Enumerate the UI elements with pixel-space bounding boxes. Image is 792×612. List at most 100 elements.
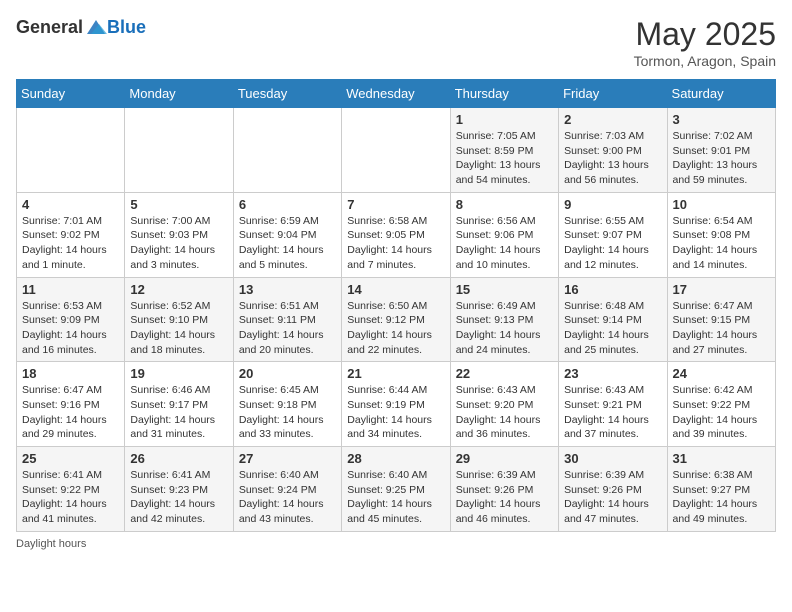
day-info: Sunrise: 6:58 AM Sunset: 9:05 PM Dayligh… [347,214,444,273]
day-info: Sunrise: 6:48 AM Sunset: 9:14 PM Dayligh… [564,299,661,358]
calendar-cell: 15Sunrise: 6:49 AM Sunset: 9:13 PM Dayli… [450,277,558,362]
calendar-cell: 4 Sunrise: 7:01 AM Sunset: 9:02 PM Daylig… [17,192,125,277]
calendar-cell: 3Sunrise: 7:02 AM Sunset: 9:01 PM Daylig… [667,108,775,193]
day-number: 14 [347,282,444,297]
day-info: Sunrise: 6:40 AM Sunset: 9:24 PM Dayligh… [239,468,336,527]
day-info: Sunrise: 6:38 AM Sunset: 9:27 PM Dayligh… [673,468,770,527]
calendar-week-row: 1 Sunrise: 7:05 AM Sunset: 8:59 PM Daylig… [17,108,776,193]
day-number: 12 [130,282,227,297]
day-number: 30 [564,451,661,466]
calendar-cell: 30 Sunrise: 6:39 AM Sunset: 9:26 PM Dayli… [559,447,667,532]
calendar-cell: 25 Sunrise: 6:41 AM Sunset: 9:22 PM Dayli… [17,447,125,532]
day-info: Sunrise: 6:43 AM Sunset: 9:20 PM Dayligh… [456,383,553,442]
month-title: May 2025 [634,16,776,53]
day-of-week-header: Thursday [450,80,558,108]
day-number: 27 [239,451,336,466]
calendar-cell: 9Sunrise: 6:55 AM Sunset: 9:07 PM Daylig… [559,192,667,277]
calendar-cell: 22 Sunrise: 6:43 AM Sunset: 9:20 PM Dayli… [450,362,558,447]
day-info: Sunrise: 6:59 AM Sunset: 9:04 PM Dayligh… [239,214,336,273]
calendar-week-row: 11 Sunrise: 6:53 AM Sunset: 9:09 PM Dayli… [17,277,776,362]
day-info: Sunrise: 7:03 AM Sunset: 9:00 PM Dayligh… [564,129,661,188]
calendar-cell: 20Sunrise: 6:45 AM Sunset: 9:18 PM Dayli… [233,362,341,447]
day-info: Sunrise: 6:54 AM Sunset: 9:08 PM Dayligh… [673,214,770,273]
day-info: Sunrise: 6:41 AM Sunset: 9:23 PM Dayligh… [130,468,227,527]
calendar-cell: 17Sunrise: 6:47 AM Sunset: 9:15 PM Dayli… [667,277,775,362]
calendar-header-row: SundayMondayTuesdayWednesdayThursdayFrid… [17,80,776,108]
day-number: 4 [22,197,119,212]
calendar-cell: 11 Sunrise: 6:53 AM Sunset: 9:09 PM Dayli… [17,277,125,362]
calendar-cell: 1 Sunrise: 7:05 AM Sunset: 8:59 PM Daylig… [450,108,558,193]
day-number: 13 [239,282,336,297]
day-number: 22 [456,366,553,381]
day-of-week-header: Sunday [17,80,125,108]
day-info: Sunrise: 6:53 AM Sunset: 9:09 PM Dayligh… [22,299,119,358]
day-number: 11 [22,282,119,297]
calendar-cell [125,108,233,193]
day-number: 8 [456,197,553,212]
day-info: Sunrise: 6:56 AM Sunset: 9:06 PM Dayligh… [456,214,553,273]
day-of-week-header: Wednesday [342,80,450,108]
day-info: Sunrise: 6:55 AM Sunset: 9:07 PM Dayligh… [564,214,661,273]
logo-general: General [16,17,83,38]
calendar-cell: 13 Sunrise: 6:51 AM Sunset: 9:11 PM Dayli… [233,277,341,362]
day-info: Sunrise: 6:52 AM Sunset: 9:10 PM Dayligh… [130,299,227,358]
logo: General Blue [16,16,146,38]
calendar-cell: 2Sunrise: 7:03 AM Sunset: 9:00 PM Daylig… [559,108,667,193]
logo-icon [85,16,107,38]
title-block: May 2025 Tormon, Aragon, Spain [634,16,776,69]
calendar-week-row: 18 Sunrise: 6:47 AM Sunset: 9:16 PM Dayli… [17,362,776,447]
calendar-cell: 12 Sunrise: 6:52 AM Sunset: 9:10 PM Dayli… [125,277,233,362]
day-info: Sunrise: 6:47 AM Sunset: 9:15 PM Dayligh… [673,299,770,358]
calendar-cell: 26 Sunrise: 6:41 AM Sunset: 9:23 PM Dayli… [125,447,233,532]
day-info: Sunrise: 6:47 AM Sunset: 9:16 PM Dayligh… [22,383,119,442]
day-number: 3 [673,112,770,127]
day-number: 31 [673,451,770,466]
day-of-week-header: Monday [125,80,233,108]
day-of-week-header: Tuesday [233,80,341,108]
day-of-week-header: Saturday [667,80,775,108]
logo-blue: Blue [107,17,146,38]
calendar-cell [17,108,125,193]
day-info: Sunrise: 6:41 AM Sunset: 9:22 PM Dayligh… [22,468,119,527]
calendar-cell: 21Sunrise: 6:44 AM Sunset: 9:19 PM Dayli… [342,362,450,447]
day-info: Sunrise: 6:50 AM Sunset: 9:12 PM Dayligh… [347,299,444,358]
location-subtitle: Tormon, Aragon, Spain [634,53,776,69]
calendar-cell: 6 Sunrise: 6:59 AM Sunset: 9:04 PM Daylig… [233,192,341,277]
day-info: Sunrise: 6:39 AM Sunset: 9:26 PM Dayligh… [564,468,661,527]
calendar-week-row: 25 Sunrise: 6:41 AM Sunset: 9:22 PM Dayli… [17,447,776,532]
day-number: 19 [130,366,227,381]
calendar-cell: 18 Sunrise: 6:47 AM Sunset: 9:16 PM Dayli… [17,362,125,447]
day-number: 15 [456,282,553,297]
day-number: 18 [22,366,119,381]
day-info: Sunrise: 6:51 AM Sunset: 9:11 PM Dayligh… [239,299,336,358]
calendar-cell: 5Sunrise: 7:00 AM Sunset: 9:03 PM Daylig… [125,192,233,277]
calendar-cell: 14 Sunrise: 6:50 AM Sunset: 9:12 PM Dayli… [342,277,450,362]
day-info: Sunrise: 6:44 AM Sunset: 9:19 PM Dayligh… [347,383,444,442]
day-number: 7 [347,197,444,212]
calendar-week-row: 4 Sunrise: 7:01 AM Sunset: 9:02 PM Daylig… [17,192,776,277]
calendar-cell: 10 Sunrise: 6:54 AM Sunset: 9:08 PM Dayli… [667,192,775,277]
calendar-cell: 27 Sunrise: 6:40 AM Sunset: 9:24 PM Dayli… [233,447,341,532]
day-info: Sunrise: 6:42 AM Sunset: 9:22 PM Dayligh… [673,383,770,442]
day-number: 29 [456,451,553,466]
day-number: 26 [130,451,227,466]
day-info: Sunrise: 6:46 AM Sunset: 9:17 PM Dayligh… [130,383,227,442]
day-info: Sunrise: 7:01 AM Sunset: 9:02 PM Dayligh… [22,214,119,273]
calendar-cell: 23Sunrise: 6:43 AM Sunset: 9:21 PM Dayli… [559,362,667,447]
day-number: 6 [239,197,336,212]
day-info: Sunrise: 7:05 AM Sunset: 8:59 PM Dayligh… [456,129,553,188]
day-info: Sunrise: 6:45 AM Sunset: 9:18 PM Dayligh… [239,383,336,442]
daylight-hours-label: Daylight hours [16,538,86,550]
day-info: Sunrise: 6:40 AM Sunset: 9:25 PM Dayligh… [347,468,444,527]
calendar-cell: 29Sunrise: 6:39 AM Sunset: 9:26 PM Dayli… [450,447,558,532]
calendar-cell: 16 Sunrise: 6:48 AM Sunset: 9:14 PM Dayli… [559,277,667,362]
day-number: 24 [673,366,770,381]
day-number: 16 [564,282,661,297]
day-number: 23 [564,366,661,381]
calendar-cell: 31 Sunrise: 6:38 AM Sunset: 9:27 PM Dayli… [667,447,775,532]
day-number: 10 [673,197,770,212]
day-number: 1 [456,112,553,127]
day-number: 25 [22,451,119,466]
footer: Daylight hours [16,538,776,550]
day-number: 5 [130,197,227,212]
